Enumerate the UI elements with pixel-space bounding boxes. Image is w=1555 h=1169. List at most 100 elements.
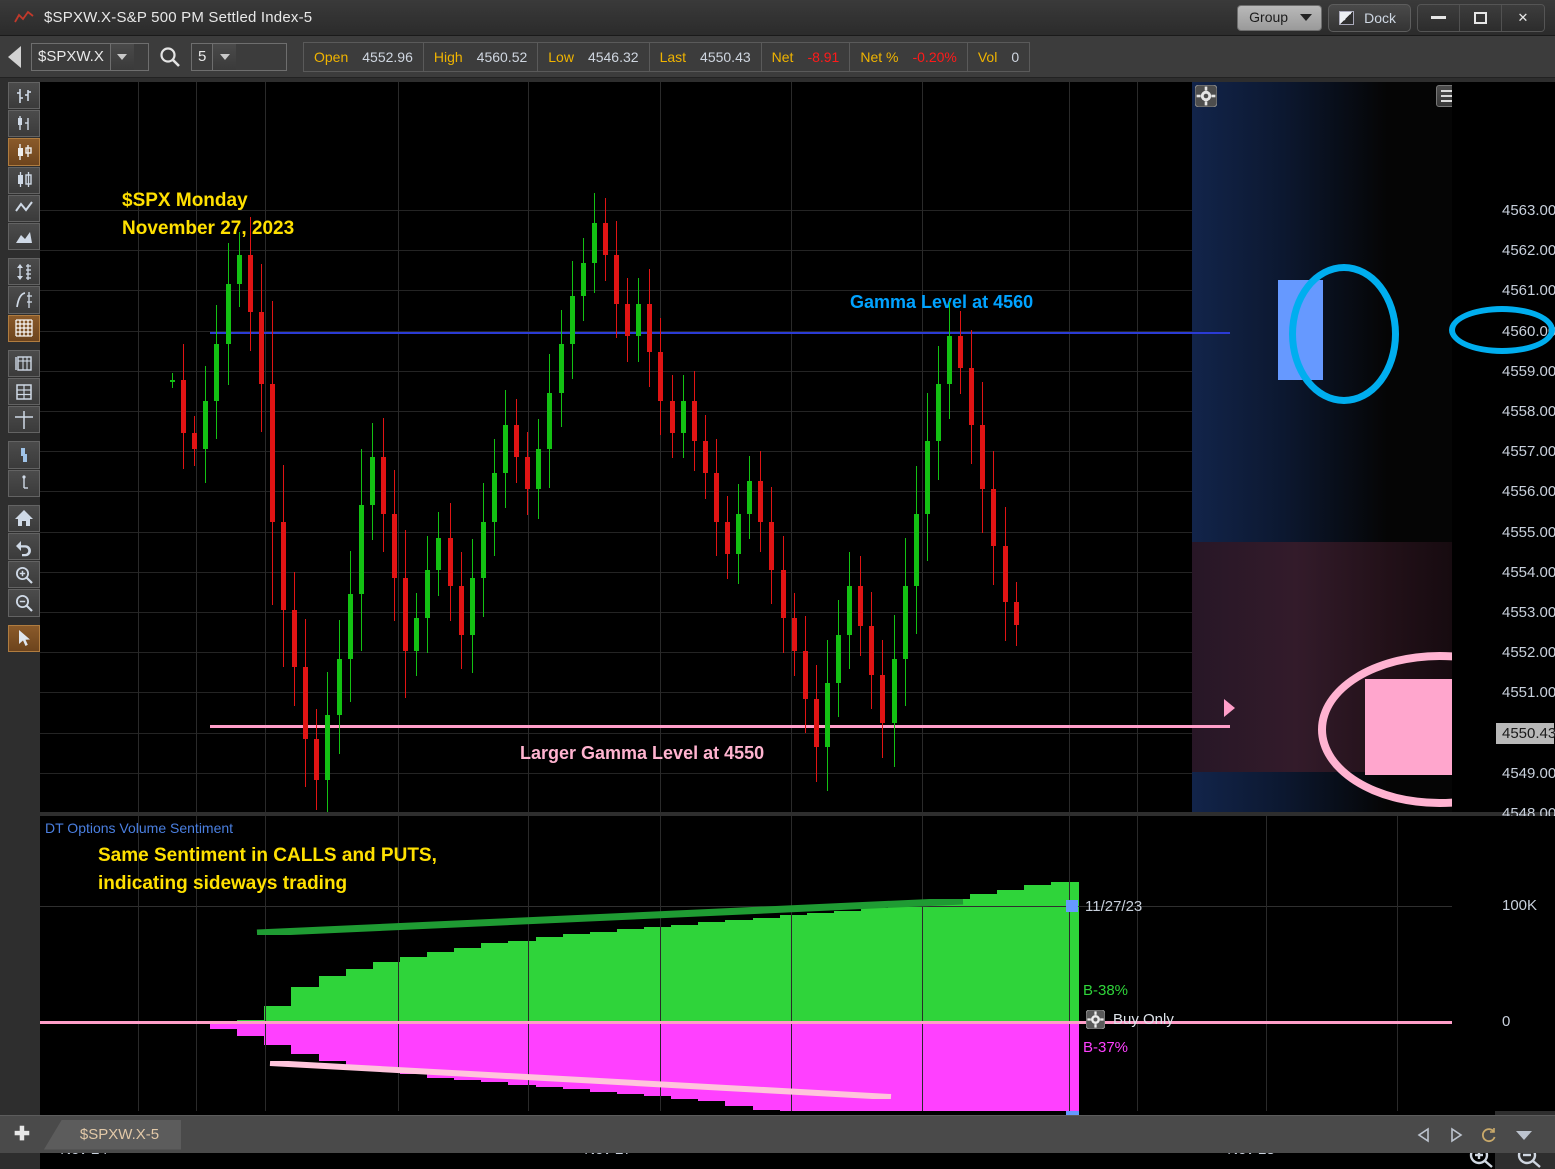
symbol-dropdown-button[interactable] (109, 43, 134, 70)
candle-body (669, 400, 675, 433)
candle-body (591, 223, 597, 264)
crosshair-tool[interactable] (8, 406, 40, 434)
gear-icon[interactable] (1086, 1010, 1105, 1029)
candle-body (780, 570, 786, 619)
calls-volume-bar (481, 943, 510, 1022)
candle-body (503, 424, 508, 474)
candle-body (725, 521, 730, 554)
prev-icon[interactable] (1417, 1127, 1431, 1143)
price-plot-area[interactable]: $SPX Monday November 27, 2023 Gamma Leve… (40, 82, 1452, 812)
candle-body (869, 626, 875, 675)
matrix-view-icon (16, 383, 32, 400)
puts-volume-bar (291, 1022, 320, 1055)
price-tick: 4559.00 (1502, 362, 1555, 380)
candlestick-tool[interactable] (8, 138, 40, 166)
candle-body (392, 513, 397, 579)
hlc-bar-tool[interactable] (8, 110, 40, 138)
price-tick: 4563.00 (1502, 202, 1555, 219)
hollow-candle-tool[interactable] (8, 166, 40, 194)
matrix-view-tool[interactable] (8, 378, 40, 406)
candle-body (436, 537, 442, 570)
line-chart-icon (15, 201, 33, 213)
puts-volume-bar (996, 1022, 1025, 1111)
sentiment-chart-pane[interactable]: DT Options Volume Sentiment Same Sentime… (40, 816, 1495, 1111)
undo-tool[interactable] (8, 533, 40, 561)
candle-body (913, 513, 919, 587)
search-icon[interactable] (158, 45, 182, 69)
add-tab-button[interactable]: ✚ (14, 1123, 30, 1146)
quote-cell-high: High 4560.52 (424, 42, 539, 71)
window-title: $SPXW.X-S&P 500 PM Settled Index-5 (44, 9, 313, 26)
candle-body (480, 521, 486, 579)
grid-line (1137, 82, 1138, 812)
cyan-highlight-ellipse-node (1289, 264, 1399, 404)
calls-volume-bar (589, 931, 618, 1022)
gear-icon[interactable] (1195, 85, 1217, 107)
calls-volume-bar (969, 894, 998, 1022)
maximize-button[interactable] (1460, 4, 1502, 31)
candle-body (702, 440, 708, 474)
sentiment-plot-area[interactable]: DT Options Volume Sentiment Same Sentime… (40, 816, 1452, 1111)
table-view-tool[interactable] (8, 349, 40, 378)
dock-button[interactable]: Dock (1328, 3, 1411, 32)
dropdown-icon[interactable] (1515, 1129, 1533, 1141)
quote-label: Low (548, 48, 574, 65)
symbol-combo[interactable]: $SPXW.X (31, 42, 149, 71)
grid-line (1137, 816, 1138, 1111)
grid-line (1069, 816, 1070, 1111)
quote-value: 4552.96 (362, 48, 413, 65)
undo-icon (16, 540, 31, 556)
calls-percent-label: B-38% (1083, 982, 1129, 999)
refresh-icon[interactable] (1481, 1127, 1497, 1143)
candle-body (336, 658, 342, 716)
price-tick: 4553.00 (1502, 604, 1555, 621)
symbol-input[interactable]: $SPXW.X (32, 44, 110, 70)
candle-body (614, 255, 619, 304)
zoom-in-tool[interactable] (8, 561, 40, 589)
tick-marker-tool[interactable] (8, 469, 40, 497)
home-tool[interactable] (8, 504, 40, 533)
grid-toggle-tool[interactable] (8, 314, 40, 342)
price-chart-pane[interactable]: $SPX Monday November 27, 2023 Gamma Leve… (40, 82, 1495, 812)
document-tab[interactable]: $SPXW.X-5 (43, 1119, 182, 1150)
line-chart-tool[interactable] (8, 194, 40, 223)
pointer-tool[interactable] (8, 624, 40, 652)
price-tick: 4549.00 (1502, 764, 1555, 782)
calls-volume-bar (996, 889, 1025, 1022)
buy-only-toggle[interactable]: Buy Only (1086, 1010, 1174, 1029)
hlc-bar-icon (18, 115, 29, 130)
scale-fit-tool[interactable] (8, 258, 40, 286)
candle-body (170, 380, 175, 383)
area-chart-tool[interactable] (8, 223, 40, 251)
hamburger-menu-icon[interactable] (1436, 85, 1452, 107)
collapse-toolbar-icon[interactable] (8, 45, 21, 68)
home-icon (15, 510, 33, 527)
candle-body (880, 674, 886, 724)
candle-body (969, 368, 975, 425)
candle-body (902, 586, 908, 659)
close-button[interactable]: ✕ (1502, 4, 1544, 31)
calls-volume-bar (399, 957, 428, 1022)
candle-body (958, 336, 964, 369)
step-marker-tool[interactable] (8, 441, 40, 469)
candle-body (602, 223, 608, 256)
interval-combo[interactable]: 5 (191, 42, 287, 71)
candle-body (181, 380, 187, 433)
candle-body (247, 255, 253, 312)
tick-marker-icon (22, 475, 28, 489)
next-icon[interactable] (1449, 1127, 1463, 1143)
price-axis[interactable]: 4563.00 4562.00 4561.00 4560.00 4559.00 4558.… (1495, 82, 1555, 862)
interval-input[interactable]: 5 (192, 44, 212, 70)
candle-body (713, 473, 719, 522)
zoom-out-tool[interactable] (8, 589, 40, 617)
minimize-button[interactable] (1418, 4, 1460, 31)
group-button[interactable]: Group (1237, 4, 1323, 31)
quote-label: Open (314, 48, 349, 65)
candle-body (858, 586, 864, 627)
bar-chart-tool[interactable] (8, 82, 40, 110)
log-scale-tool[interactable] (8, 286, 40, 314)
sentiment-tick: 0 (1502, 1013, 1511, 1030)
price-tick: 4557.00 (1502, 443, 1555, 461)
bar-chart-icon (17, 88, 31, 103)
interval-dropdown-button[interactable] (212, 43, 237, 70)
